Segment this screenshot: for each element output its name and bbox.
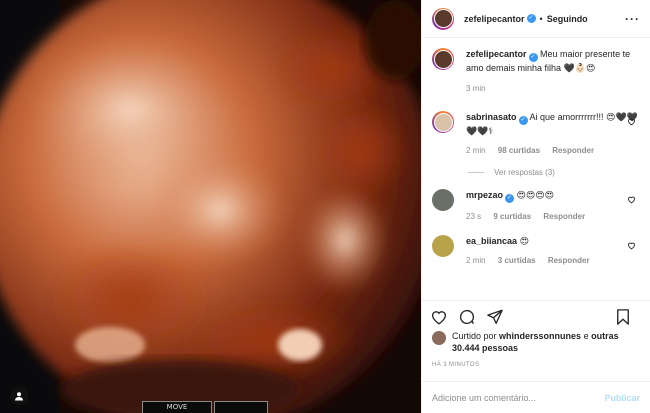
caption-avatar[interactable] <box>432 48 454 70</box>
caption-username[interactable]: zefelipecantor <box>466 49 527 59</box>
reply-button[interactable]: Responder <box>548 256 590 265</box>
comment-time: 2 min <box>466 256 486 265</box>
comment-icon[interactable] <box>458 308 476 326</box>
reply-button[interactable]: Responder <box>543 212 585 221</box>
comment-avatar[interactable] <box>432 111 454 133</box>
save-icon[interactable] <box>614 308 632 326</box>
comment-avatar[interactable] <box>432 235 454 257</box>
comment-username[interactable]: mrpezao <box>466 190 503 200</box>
post-timestamp: HÁ 3 MINUTOS <box>432 362 480 368</box>
author-username[interactable]: zefelipecantor <box>464 14 525 24</box>
caption: zefelipecantor ✓ Meu maior presente te am… <box>432 48 640 95</box>
header-separator: • <box>539 13 543 24</box>
ultrasound-screen-label-blank <box>214 401 268 413</box>
heart-icon[interactable] <box>627 241 636 250</box>
verified-icon: ✓ <box>528 53 538 62</box>
comment-likes[interactable]: 3 curtidas <box>498 256 536 265</box>
post-actions <box>422 300 650 332</box>
comment-avatar[interactable] <box>432 189 454 211</box>
ultrasound-photo <box>0 0 421 413</box>
add-comment-bar: Publicar <box>422 381 650 413</box>
comment-username[interactable]: ea_biiancaa <box>466 236 517 246</box>
comment-username[interactable]: sabrinasato <box>466 112 517 122</box>
comment-time: 23 s <box>466 212 482 221</box>
liker-username[interactable]: whinderssonnunes <box>499 331 581 341</box>
comment-item: mrpezao ✓ 😍😍😍😍 23 s 9 curtidas Responder <box>432 189 640 223</box>
liker-avatar[interactable] <box>432 331 446 345</box>
comment-time: 2 min <box>466 146 486 155</box>
post-sidebar: zefelipecantor ✓ • Seguindo ··· zefelipe… <box>421 0 650 413</box>
post-image[interactable]: MOVE <box>0 0 421 413</box>
like-heart-icon[interactable] <box>430 308 448 326</box>
comments-list[interactable]: zefelipecantor ✓ Meu maior presente te am… <box>422 38 650 298</box>
verified-icon: ✓ <box>505 194 515 203</box>
verified-icon: ✓ <box>518 116 528 125</box>
author-avatar[interactable] <box>432 7 454 30</box>
publish-button[interactable]: Publicar <box>604 393 640 403</box>
heart-icon[interactable] <box>627 117 636 126</box>
comment-text: 😍 <box>519 236 529 246</box>
reply-button[interactable]: Responder <box>552 146 594 155</box>
heart-icon[interactable] <box>627 195 636 204</box>
comment-input[interactable] <box>432 392 605 403</box>
follow-status-button[interactable]: Seguindo <box>547 14 588 24</box>
comment-item: sabrinasato ✓ Ai que amorrrrrrr!!! 😍🖤🖤🖤🖤⚕… <box>432 111 640 157</box>
view-replies-button[interactable]: Ver respostas (3) <box>468 168 640 177</box>
share-icon[interactable] <box>486 308 504 326</box>
caption-time: 3 min <box>466 84 486 93</box>
tagged-users-icon[interactable] <box>10 387 28 405</box>
more-icon[interactable]: ··· <box>625 12 640 26</box>
ultrasound-screen-label: MOVE <box>142 401 212 413</box>
post-header: zefelipecantor ✓ • Seguindo ··· <box>422 0 650 38</box>
comment-likes[interactable]: 98 curtidas <box>498 146 540 155</box>
likes-summary: Curtido por whinderssonnunes e outras 30… <box>432 330 640 354</box>
verified-icon: ✓ <box>526 14 536 23</box>
comment-likes[interactable]: 9 curtidas <box>493 212 531 221</box>
likes-conj: e <box>583 331 589 341</box>
comment-item: ea_biiancaa 😍 2 min 3 curtidas Responder <box>432 235 640 267</box>
comment-text: 😍😍😍😍 <box>516 190 555 200</box>
likes-prefix: Curtido por <box>452 331 497 341</box>
